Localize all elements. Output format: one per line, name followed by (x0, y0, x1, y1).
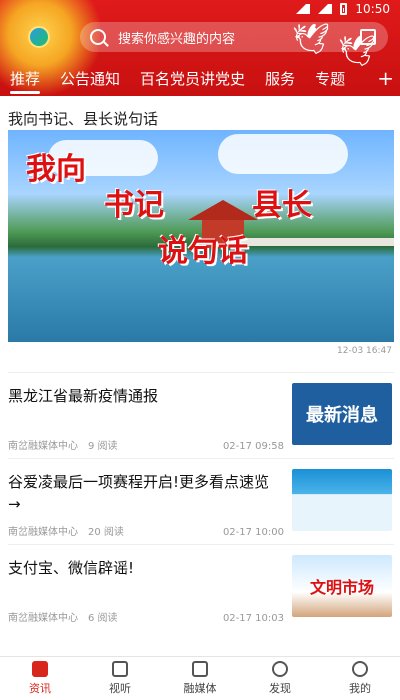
document-icon (32, 661, 48, 677)
tab-party-history[interactable]: 百名党员讲党史 (130, 68, 255, 89)
signal-icon (318, 4, 333, 14)
nav-media[interactable]: 融媒体 (160, 657, 240, 700)
news-time: 02-17 10:00 (222, 527, 284, 538)
news-time: 02-17 10:03 (222, 613, 284, 624)
news-time: 02-17 09:58 (222, 441, 284, 452)
tab-service[interactable]: 服务 (255, 68, 305, 89)
app-header: 🕊 🕊 10:50 搜索你感兴趣的内容 推荐 公告通知 百名党员讲党史 服务 专… (0, 0, 400, 96)
nav-news[interactable]: 资讯 (0, 657, 80, 700)
video-icon (112, 661, 128, 677)
news-reads: 20 阅读 (88, 527, 124, 538)
tab-recommend[interactable]: 推荐 (0, 68, 50, 94)
calligraphy-text: 说句话 (158, 234, 248, 269)
nav-label: 发现 (269, 682, 291, 695)
news-thumbnail (292, 469, 392, 531)
news-reads: 6 阅读 (88, 613, 118, 624)
search-placeholder: 搜索你感兴趣的内容 (118, 31, 236, 47)
nav-discover[interactable]: 发现 (240, 657, 320, 700)
feature-timestamp: 12-03 16:47 (337, 346, 392, 356)
nav-label: 资讯 (29, 682, 51, 695)
news-item[interactable]: 谷爱凌最后一项赛程开启!更多看点速览→ 南岔融媒体中心 20 阅读 02-17 … (8, 458, 394, 544)
add-tab-icon[interactable]: + (377, 66, 394, 90)
news-source: 南岔融媒体中心 (8, 613, 78, 624)
store-icon (192, 661, 208, 677)
tab-announcements[interactable]: 公告通知 (50, 68, 130, 89)
feature-banner[interactable]: 我向 书记 县长 说句话 (8, 130, 394, 342)
calligraphy-text: 书记 (104, 188, 164, 223)
news-thumbnail: 最新消息 (292, 383, 392, 445)
bridge-image (228, 238, 394, 246)
news-item[interactable]: 支付宝、微信辟谣! 南岔融媒体中心 6 阅读 02-17 10:03 文明市场 (8, 544, 394, 630)
battery-icon (340, 3, 348, 15)
news-thumbnail: 文明市场 (292, 555, 392, 617)
nav-video[interactable]: 视听 (80, 657, 160, 700)
cloud (218, 134, 348, 174)
scan-icon[interactable] (360, 29, 376, 45)
nav-profile[interactable]: 我的 (320, 657, 400, 700)
thumbnail-text: 文明市场 (309, 578, 374, 597)
news-title: 谷爱凌最后一项赛程开启!更多看点速览→ (8, 473, 270, 513)
news-meta: 南岔融媒体中心 6 阅读 (8, 609, 118, 624)
user-icon (352, 661, 368, 677)
feature-section-title: 我向书记、县长说句话 (8, 110, 159, 128)
news-reads: 9 阅读 (88, 441, 118, 452)
calligraphy-text: 县长 (252, 188, 312, 223)
nav-label: 我的 (349, 682, 371, 695)
news-meta: 南岔融媒体中心 9 阅读 (8, 437, 118, 452)
search-icon (90, 29, 106, 45)
thumbnail-text: 最新消息 (306, 405, 378, 426)
nav-label: 融媒体 (183, 682, 217, 695)
calligraphy-text: 我向 (26, 152, 86, 187)
app-logo (28, 26, 50, 48)
news-meta: 南岔融媒体中心 20 阅读 (8, 523, 124, 538)
status-time: 10:50 (355, 2, 390, 16)
bottom-navigation: 资讯 视听 融媒体 发现 我的 (0, 656, 400, 700)
news-title: 黑龙江省最新疫情通报 (8, 387, 159, 405)
wifi-icon (296, 4, 311, 14)
nav-label: 视听 (109, 682, 131, 695)
tab-topics[interactable]: 专题 (305, 68, 355, 89)
search-bar[interactable]: 搜索你感兴趣的内容 (80, 22, 388, 52)
news-source: 南岔融媒体中心 (8, 441, 78, 452)
category-tabs: 推荐 公告通知 百名党员讲党史 服务 专题 + (0, 64, 400, 94)
news-title: 支付宝、微信辟谣! (8, 559, 135, 577)
news-item[interactable]: 黑龙江省最新疫情通报 南岔融媒体中心 9 阅读 02-17 09:58 最新消息 (8, 372, 394, 458)
compass-icon (272, 661, 288, 677)
status-bar: 10:50 (296, 2, 390, 16)
news-source: 南岔融媒体中心 (8, 527, 78, 538)
